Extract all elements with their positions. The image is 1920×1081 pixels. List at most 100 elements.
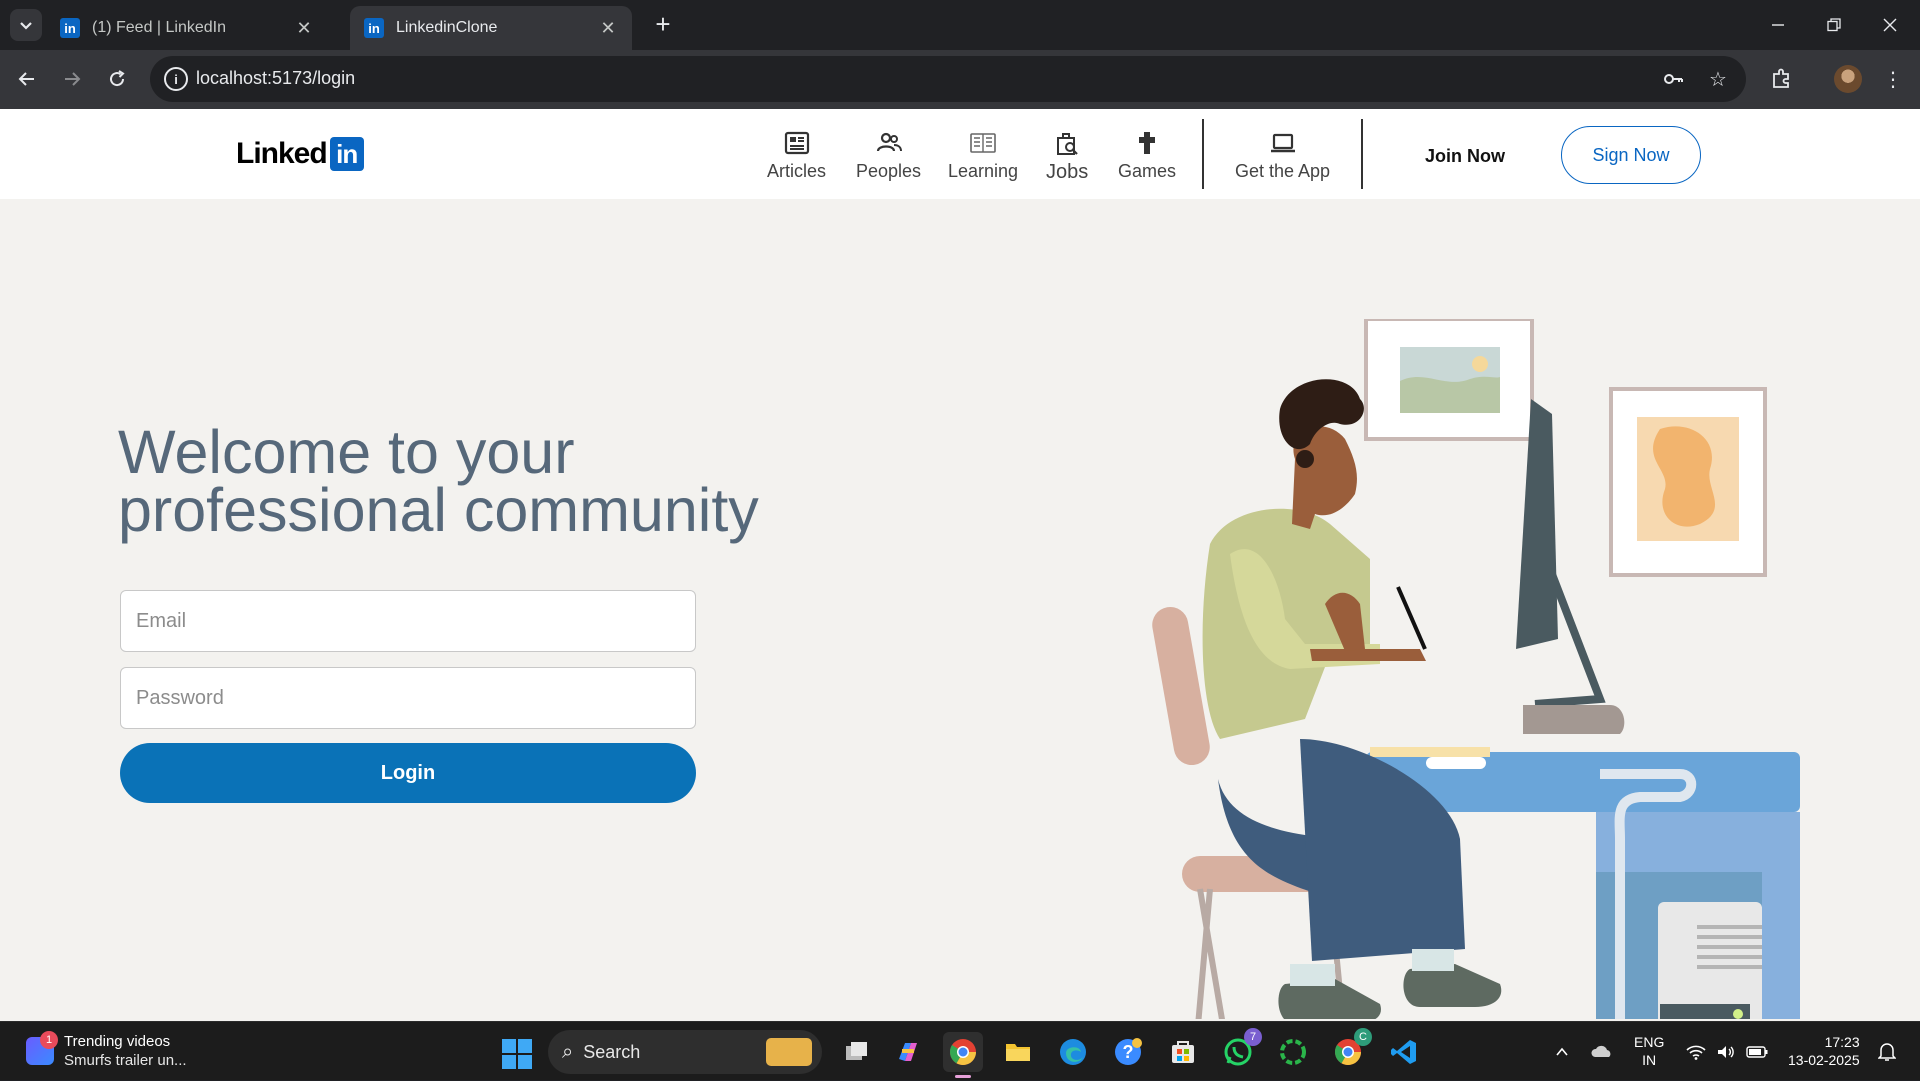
headline-line-2: professional community [118,476,759,544]
login-button[interactable]: Login [120,743,696,803]
file-explorer-icon[interactable] [998,1032,1038,1072]
nav-label: Articles [767,161,827,181]
hero-illustration [1152,319,1800,1019]
browser-menu-icon[interactable]: ⋮ [1876,62,1910,96]
games-icon [1139,132,1156,154]
articles-icon [784,131,809,155]
notification-badge: 7 [1244,1028,1262,1046]
lang-code: ENG [1634,1034,1665,1050]
volume-icon[interactable] [1712,1022,1740,1081]
minimize-button[interactable] [1750,0,1806,50]
nav-label: Peoples [856,161,922,181]
close-tab-icon[interactable]: ✕ [294,18,314,38]
notification-bell-icon[interactable] [1872,1022,1902,1081]
input-language[interactable]: ENG IN [1634,1033,1664,1069]
minimize-icon [1772,24,1784,26]
system-clock[interactable]: 17:23 13-02-2025 [1788,1033,1860,1069]
tab-title: LinkedinClone [396,19,498,36]
nav-learning[interactable]: Learning [948,129,1018,182]
tab-linkedinclone[interactable]: in LinkedinClone ✕ [350,6,632,50]
clock-time: 17:23 [1824,1034,1860,1050]
wifi-icon[interactable] [1682,1022,1710,1081]
windows-logo-tile [518,1039,532,1053]
back-button[interactable] [10,62,44,96]
windows-logo-tile [518,1055,532,1069]
lang-region: IN [1642,1052,1657,1068]
close-tab-icon[interactable]: ✕ [598,18,618,38]
task-view-icon[interactable] [836,1032,876,1072]
clock-date: 13-02-2025 [1788,1052,1860,1068]
vscode-icon[interactable] [1384,1032,1424,1072]
whatsapp-icon[interactable]: 7 [1218,1028,1262,1072]
sign-now-button[interactable]: Sign Now [1561,126,1701,184]
join-now-link[interactable]: Join Now [1425,146,1505,167]
reload-button[interactable] [100,62,134,96]
laptop-icon [1270,133,1295,153]
bookmark-star-icon[interactable]: ☆ [1705,66,1731,92]
nav-divider [1202,119,1204,189]
close-window-button[interactable] [1862,0,1918,50]
nav-articles[interactable]: Articles [767,129,826,182]
tab-linkedin-feed[interactable]: in (1) Feed | LinkedIn ✕ [46,6,328,50]
taskbar-search[interactable]: ⌕ Search [548,1030,822,1074]
nav-label: Jobs [1046,161,1089,183]
restore-icon [1827,18,1841,32]
welcome-headline: Welcome to your professional community [118,422,798,541]
chrome-profile-taskbar-icon[interactable]: C [1328,1028,1372,1072]
new-tab-button[interactable]: + [650,11,676,38]
nav-peoples[interactable]: Peoples [856,129,921,182]
search-label: Search [583,1041,641,1062]
widgets-icon: 1 [26,1031,58,1065]
password-key-icon[interactable] [1660,66,1686,92]
edge-icon[interactable] [1053,1032,1093,1072]
browser-toolbar: i localhost:5173/login ☆ ⋮ [0,50,1920,109]
active-indicator [955,1075,971,1078]
chevron-down-icon [20,22,32,30]
forward-button[interactable] [55,62,89,96]
reload-icon [110,70,125,87]
widget-subtitle: Smurfs trailer un... [64,1052,187,1069]
extensions-icon[interactable] [1764,62,1798,96]
help-icon[interactable]: ? [1108,1032,1148,1072]
tab-search-dropdown[interactable] [10,9,42,41]
chevron-up-icon[interactable] [1548,1022,1576,1081]
onedrive-icon[interactable] [1586,1022,1618,1081]
search-highlight-icon [766,1038,812,1066]
profile-badge: C [1354,1028,1372,1046]
windows-taskbar: 1 Trending videos Smurfs trailer un... ⌕… [0,1021,1920,1080]
nav-divider [1361,119,1363,189]
password-field[interactable] [120,667,696,729]
battery-icon[interactable] [1742,1022,1772,1081]
address-bar[interactable]: i localhost:5173/login ☆ [150,56,1746,102]
windows-logo-tile [502,1039,516,1053]
site-info-icon[interactable]: i [164,67,188,91]
logo-in-badge: in [329,137,364,171]
sync-app-icon[interactable] [1273,1032,1313,1072]
nav-games[interactable]: Games [1118,129,1176,182]
linkedin-logo[interactable]: Linked in [236,137,364,171]
widgets-trending[interactable]: 1 Trending videos Smurfs trailer un... [26,1031,187,1070]
email-field[interactable] [120,590,696,652]
start-button[interactable] [502,1039,532,1069]
site-header: Linked in Articles Peoples Learning Jobs… [0,109,1920,199]
linkedin-favicon-icon: in [364,18,384,38]
microsoft-store-icon[interactable] [1163,1032,1203,1072]
nav-label: Get the App [1235,161,1331,181]
url-text[interactable]: localhost:5173/login [196,68,355,89]
restore-button[interactable] [1806,0,1862,50]
notification-badge: 1 [40,1031,58,1049]
people-icon [876,132,902,152]
nav-jobs[interactable]: Jobs [1046,129,1088,184]
nav-label: Games [1118,161,1177,181]
windows-logo-tile [502,1055,516,1069]
chrome-taskbar-icon[interactable] [943,1032,983,1078]
copilot-icon[interactable] [888,1032,928,1072]
tab-title: (1) Feed | LinkedIn [92,19,227,36]
profile-avatar[interactable] [1834,65,1862,93]
browser-tab-strip: in (1) Feed | LinkedIn ✕ in LinkedinClon… [0,0,1920,50]
jobs-icon [1057,133,1078,155]
page-viewport: Linked in Articles Peoples Learning Jobs… [0,109,1920,1021]
nav-get-the-app[interactable]: Get the App [1235,129,1330,182]
learning-icon [970,133,996,153]
logo-wordmark: Linked [236,137,328,170]
